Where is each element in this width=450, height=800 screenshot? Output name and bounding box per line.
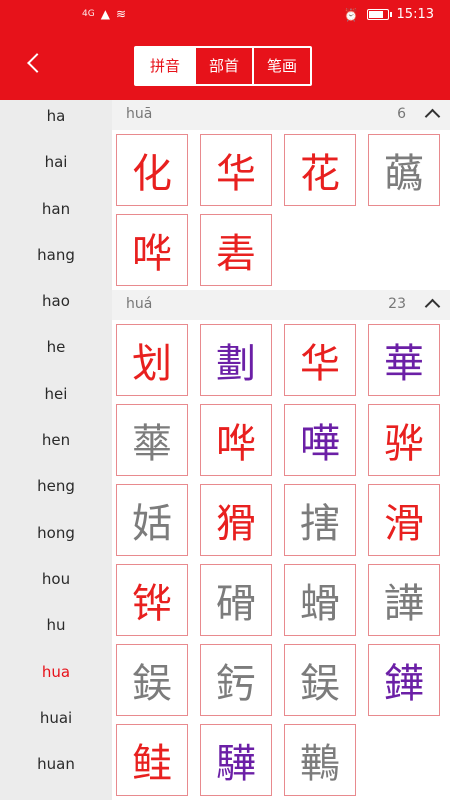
status-bar: 4G ▲ ≋ ⏰ 15:13 xyxy=(0,0,450,30)
character-cell[interactable]: 鋘 xyxy=(284,644,356,716)
character-cell[interactable]: 華 xyxy=(368,324,440,396)
character-cell[interactable]: 搳 xyxy=(284,484,356,556)
collapse-chevron-up-icon[interactable] xyxy=(424,108,441,125)
section-header[interactable]: huā 6 xyxy=(112,100,450,130)
pinyin-item-han[interactable]: han xyxy=(0,193,112,239)
pinyin-item-hu[interactable]: hu xyxy=(0,609,112,655)
search-mode-tabs: 拼音 部首 笔画 xyxy=(134,46,312,86)
battery-icon xyxy=(366,9,392,20)
tab-radical[interactable]: 部首 xyxy=(194,48,252,84)
character-cell[interactable]: 铧 xyxy=(116,564,188,636)
character-cell[interactable]: 华 xyxy=(200,134,272,206)
pinyin-item-hai[interactable]: hai xyxy=(0,146,112,192)
signal-icon: ▲ xyxy=(100,7,110,21)
character-cell[interactable]: 釫 xyxy=(200,644,272,716)
character-cell[interactable]: 哗 xyxy=(200,404,272,476)
character-cell[interactable]: 螖 xyxy=(284,564,356,636)
character-cell[interactable]: 砉 xyxy=(200,214,272,286)
alarm-icon: ⏰ xyxy=(343,7,359,22)
character-cell[interactable]: 蘤 xyxy=(368,134,440,206)
character-cell[interactable]: 鲑 xyxy=(116,724,188,796)
character-cell[interactable]: 劃 xyxy=(200,324,272,396)
character-cell[interactable]: 鏵 xyxy=(368,644,440,716)
clock: 15:13 xyxy=(396,7,434,22)
character-cell[interactable]: 猾 xyxy=(200,484,272,556)
section-pinyin: huā xyxy=(126,106,153,122)
character-cell[interactable]: 蕐 xyxy=(116,404,188,476)
pinyin-item-hua[interactable]: hua xyxy=(0,656,112,702)
top-bar: 拼音 部首 笔画 xyxy=(0,30,450,100)
collapse-chevron-up-icon[interactable] xyxy=(424,298,441,315)
character-cell[interactable]: 骅 xyxy=(368,404,440,476)
pinyin-item-hang[interactable]: hang xyxy=(0,239,112,285)
character-cell[interactable]: 磆 xyxy=(200,564,272,636)
character-cell[interactable]: 嘩 xyxy=(284,404,356,476)
pinyin-item-he[interactable]: he xyxy=(0,331,112,377)
pinyin-item-heng[interactable]: heng xyxy=(0,470,112,516)
back-arrow-icon[interactable] xyxy=(20,48,52,80)
tab-pinyin[interactable]: 拼音 xyxy=(136,48,194,84)
signal-label: 4G xyxy=(82,9,95,19)
character-cell[interactable]: 哗 xyxy=(116,214,188,286)
character-grid: huā 6 化华花蘤哗砉 huá 23 划劃华華蕐哗嘩骅姡猾搳滑铧磆螖譁鋘釫鋘鏵鲑驊鷨 xyxy=(112,100,450,800)
pinyin-item-hong[interactable]: hong xyxy=(0,517,112,563)
character-cell[interactable]: 譁 xyxy=(368,564,440,636)
pinyin-item-hei[interactable]: hei xyxy=(0,378,112,424)
section-count: 23 xyxy=(388,296,406,312)
character-cell[interactable]: 鋘 xyxy=(116,644,188,716)
pinyin-item-huan[interactable]: huan xyxy=(0,748,112,794)
pinyin-item-hen[interactable]: hen xyxy=(0,424,112,470)
character-cell[interactable]: 划 xyxy=(116,324,188,396)
pinyin-item-hou[interactable]: hou xyxy=(0,563,112,609)
section-count: 6 xyxy=(397,106,406,122)
character-cell[interactable]: 花 xyxy=(284,134,356,206)
pinyin-item-hao[interactable]: hao xyxy=(0,285,112,331)
character-cell[interactable]: 鷨 xyxy=(284,724,356,796)
tab-strokes[interactable]: 笔画 xyxy=(252,48,310,84)
character-cell[interactable]: 滑 xyxy=(368,484,440,556)
character-cell[interactable]: 化 xyxy=(116,134,188,206)
pinyin-item-huai[interactable]: huai xyxy=(0,702,112,748)
section-pinyin: huá xyxy=(126,296,153,312)
pinyin-item-ha[interactable]: ha xyxy=(0,100,112,146)
character-cell[interactable]: 华 xyxy=(284,324,356,396)
character-cell[interactable]: 姡 xyxy=(116,484,188,556)
character-cell[interactable]: 驊 xyxy=(200,724,272,796)
section-header[interactable]: huá 23 xyxy=(112,290,450,320)
wifi-icon: ≋ xyxy=(115,7,126,21)
pinyin-list: ha hai han hang hao he hei hen heng hong hou hu hua h… xyxy=(0,100,112,800)
